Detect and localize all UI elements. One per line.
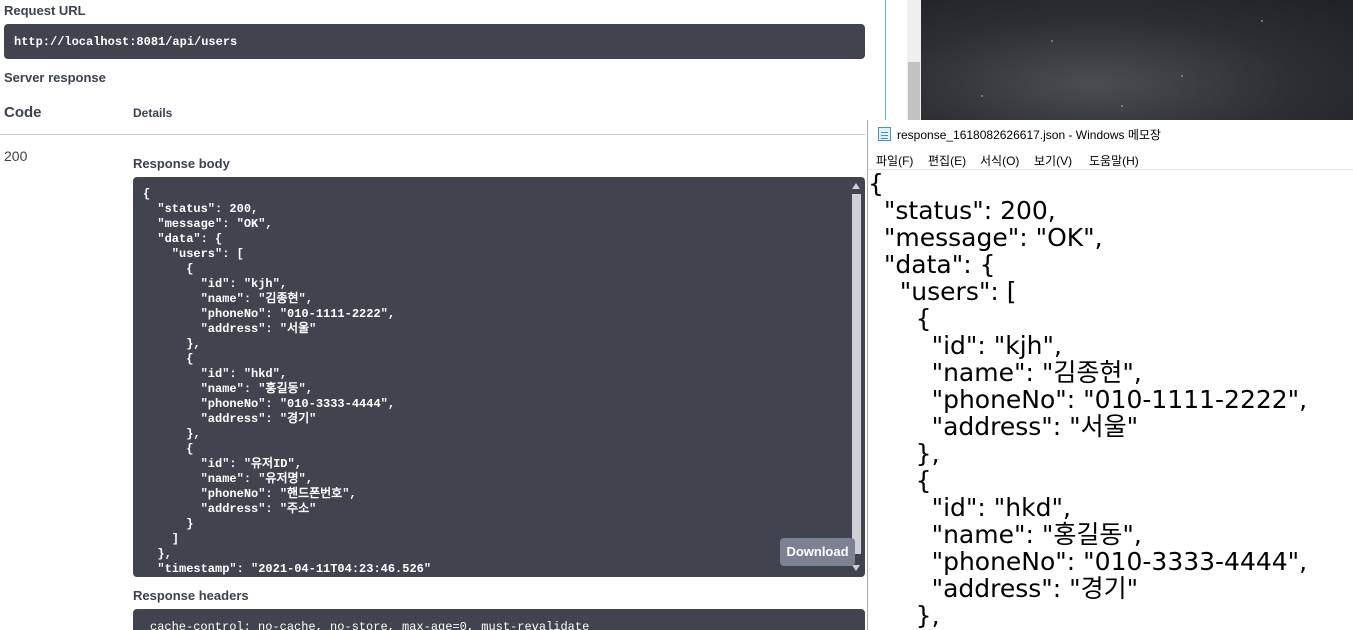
menu-edit[interactable]: 편집(E)	[928, 152, 966, 169]
menu-format[interactable]: 서식(O)	[980, 152, 1019, 169]
response-body-label: Response body	[133, 156, 230, 171]
code-column-header: Code	[4, 104, 42, 121]
wallpaper-speck	[1051, 40, 1053, 42]
notepad-title: response_1618082626617.json - Windows 메모…	[897, 128, 1161, 142]
download-button[interactable]: Download	[780, 538, 855, 566]
menu-view[interactable]: 보기(V)	[1034, 152, 1072, 169]
notepad-window[interactable]: response_1618082626617.json - Windows 메모…	[867, 120, 1353, 630]
notepad-text-area[interactable]: { "status": 200, "message": "OK", "data"…	[868, 169, 1353, 630]
response-headers-block: cache-control: no-cache, no-store, max-a…	[133, 609, 865, 630]
request-url-label: Request URL	[4, 3, 86, 18]
response-headers-label: Response headers	[133, 588, 249, 603]
status-code: 200	[4, 148, 28, 164]
response-body-scrollbar[interactable]	[850, 182, 863, 576]
menu-file[interactable]: 파일(F)	[876, 152, 913, 169]
response-body-text: { "status": 200, "message": "OK", "data"…	[143, 187, 432, 576]
scroll-down-arrow-icon[interactable]	[852, 565, 860, 571]
server-response-label: Server response	[4, 70, 106, 85]
menu-help[interactable]: 도움말(H)	[1089, 152, 1139, 169]
scrollbar-thumb[interactable]	[852, 194, 861, 554]
screen: Request URL http://localhost:8081/api/us…	[0, 0, 1353, 630]
desktop-wallpaper	[921, 0, 1353, 120]
swagger-response-panel: Request URL http://localhost:8081/api/us…	[0, 0, 885, 630]
response-body-block[interactable]: { "status": 200, "message": "OK", "data"…	[133, 177, 865, 577]
notepad-icon	[878, 127, 891, 141]
notepad-title-bar[interactable]: response_1618082626617.json - Windows 메모…	[868, 120, 1353, 148]
notepad-content: { "status": 200, "message": "OK", "data"…	[868, 169, 1308, 630]
wallpaper-speck	[1261, 20, 1263, 22]
wallpaper-speck	[1121, 105, 1123, 107]
wallpaper-speck	[981, 95, 983, 97]
request-url-field[interactable]: http://localhost:8081/api/users	[4, 24, 865, 59]
notepad-menu-bar: 파일(F) 편집(E) 서식(O) 보기(V) 도움말(H)	[868, 148, 1353, 170]
header-divider	[0, 134, 865, 135]
scroll-up-arrow-icon[interactable]	[852, 183, 860, 189]
wallpaper-speck	[1181, 75, 1183, 77]
details-column-header: Details	[133, 106, 173, 120]
